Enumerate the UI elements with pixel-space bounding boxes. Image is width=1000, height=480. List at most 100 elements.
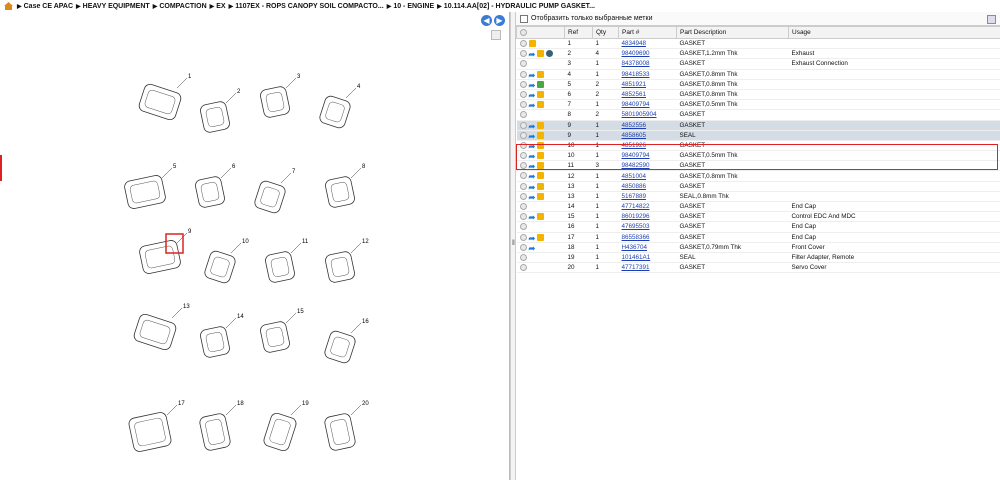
diagram-part[interactable]: 3 [259,74,301,118]
table-row[interactable]: ➦ 9 1 4858605 SEAL [516,130,1000,141]
table-row[interactable]: ➦ 18 1 H436704 GASKET,0.79mm Thk Front Cover [516,242,1000,253]
table-row[interactable]: ➦ 17 1 86558366 GASKET End Cap [516,232,1000,243]
part-number-link[interactable]: H436704 [622,244,648,251]
header-ref[interactable]: Ref [564,26,593,39]
breadcrumb-item[interactable]: HEAVY EQUIPMENT [83,3,150,10]
table-row[interactable]: ➦ 13 1 5167889 SEAL,0.8mm Thk [516,191,1000,203]
select-circle-icon[interactable] [519,40,527,47]
table-row[interactable]: 19 1 101461A1 SEAL Filter Adapter, Remote [516,252,1000,264]
select-circle-icon[interactable] [519,182,527,190]
link-arrow-icon[interactable]: ➦ [529,122,536,130]
table-row[interactable]: ➦ 5 2 4851921 GASKET,0.8mm Thk [516,79,1000,90]
part-number-link[interactable]: 4852556 [622,122,647,129]
select-circle-icon[interactable] [519,101,527,109]
diagram-part[interactable]: 14 [199,314,244,358]
package-icon[interactable] [537,121,545,129]
part-number-link[interactable]: 4850886 [622,183,647,190]
table-row[interactable]: 20 1 47717391 GASKET Servo Cover [516,262,1000,274]
link-arrow-icon[interactable]: ➦ [529,71,536,79]
package-icon[interactable] [537,90,545,98]
callout-label[interactable]: 19 [302,401,309,407]
package-icon[interactable] [537,192,545,200]
part-number-link[interactable]: 5801905904 [622,111,657,118]
diagram-part[interactable]: 17 [128,401,185,453]
part-number-link[interactable]: 47717391 [622,264,650,271]
part-number-link[interactable]: 4851921 [622,81,647,88]
part-number-link[interactable]: 98418533 [622,71,650,78]
callout-label[interactable]: 9 [188,229,192,235]
link-arrow-icon[interactable]: ➦ [529,172,536,180]
select-circle-icon[interactable] [519,141,527,149]
diagram-part[interactable]: 13 [133,304,191,351]
part-number-link[interactable]: 84378008 [622,60,650,67]
diagram-part[interactable]: 5 [124,164,177,210]
diagram-part[interactable]: 8 [324,164,366,208]
select-circle-icon[interactable] [519,213,527,221]
callout-label[interactable]: 20 [362,401,369,407]
part-number-link[interactable]: 5167889 [622,193,647,200]
breadcrumb-item[interactable]: 10 - ENGINE [393,3,434,10]
table-row[interactable]: ➦ 12 1 4851004 GASKET,0.8mm Thk [516,170,1000,182]
package-icon[interactable] [537,70,545,78]
link-arrow-icon[interactable]: ➦ [529,81,536,89]
splitter-handle-icon[interactable]: ‖ [512,240,515,247]
part-number-link[interactable]: 98409794 [622,152,650,159]
callout-label[interactable]: 2 [237,89,241,95]
diagram-part[interactable]: 19 [262,401,309,452]
table-row[interactable]: 16 1 47695503 GASKET End Cap [516,221,1000,233]
package-icon[interactable] [537,152,545,160]
table-row[interactable]: ➦ 6 2 4852561 GASKET,0.8mm Thk [516,89,1000,101]
diagram-part[interactable]: 12 [324,239,369,283]
breadcrumb-item[interactable]: EX [216,3,225,10]
select-circle-icon[interactable] [519,162,527,170]
callout-label[interactable]: 13 [183,304,190,310]
select-circle-icon[interactable] [519,50,527,58]
table-row[interactable]: ➦ 4 1 98418533 GASKET,0.8mm Thk [516,69,1000,80]
diagram-part[interactable]: 6 [194,164,236,208]
link-arrow-icon[interactable]: ➦ [529,183,536,191]
diagram-part[interactable]: 15 [259,309,304,353]
callout-label[interactable]: 3 [297,74,301,80]
info-disc-icon[interactable] [546,50,554,58]
link-arrow-icon[interactable]: ➦ [529,50,536,58]
package-icon[interactable] [537,213,545,221]
part-number-link[interactable]: 4834948 [622,40,647,47]
package-icon[interactable] [537,162,545,170]
callout-label[interactable]: 7 [292,169,296,175]
home-icon[interactable] [4,2,13,10]
diagram-part[interactable]: 20 [324,401,370,451]
select-circle-icon[interactable] [519,223,527,231]
select-circle-icon[interactable] [519,233,527,241]
table-row[interactable]: ➦ 15 1 86019296 GASKET Control EDC And MDC [516,211,1000,223]
link-arrow-icon[interactable]: ➦ [529,132,536,140]
table-row[interactable]: ➦ 10 1 98409794 GASKET,0.5mm Thk [516,150,1000,162]
callout-label[interactable]: 18 [237,401,244,407]
select-circle-icon[interactable] [519,70,527,78]
table-row[interactable]: 8 2 5801905904 GASKET [516,109,1000,121]
header-usage[interactable]: Usage [788,26,1000,39]
callout-label[interactable]: 10 [242,239,249,245]
diagram-part[interactable]: 2 [199,89,241,133]
diagram-part[interactable]: 16 [323,319,369,364]
part-number-link[interactable]: 47714822 [622,203,650,210]
part-number-link[interactable]: 4851926 [622,142,647,149]
table-row[interactable]: ➦ 2 4 98409690 GASKET,1.2mm Thk Exhaust [516,48,1000,60]
package-icon[interactable] [528,40,536,47]
header-desc[interactable]: Part Description [676,26,789,39]
link-arrow-icon[interactable]: ➦ [529,152,536,160]
diagram-part[interactable]: 4 [318,84,361,129]
diagram-part[interactable]: 10 [203,239,249,284]
select-circle-icon[interactable] [519,121,527,129]
select-circle-icon[interactable] [519,192,527,200]
table-row[interactable]: 3 1 84378008 GASKET Exhaust Connection [516,58,1000,70]
header-part[interactable]: Part # [618,26,677,39]
table-row[interactable]: 1 1 4834948 GASKET [516,38,1000,50]
table-row[interactable]: ➦ 7 1 98409794 GASKET,0.5mm Thk [516,99,1000,111]
table-row[interactable]: ➦ 13 1 4850886 GASKET [516,181,1000,192]
package-icon[interactable] [537,182,545,190]
header-qty[interactable]: Qty [592,26,619,39]
package-icon[interactable] [537,141,545,149]
callout-label[interactable]: 16 [362,319,369,325]
select-circle-icon[interactable] [519,243,527,251]
part-number-link[interactable]: 47695503 [622,223,650,230]
